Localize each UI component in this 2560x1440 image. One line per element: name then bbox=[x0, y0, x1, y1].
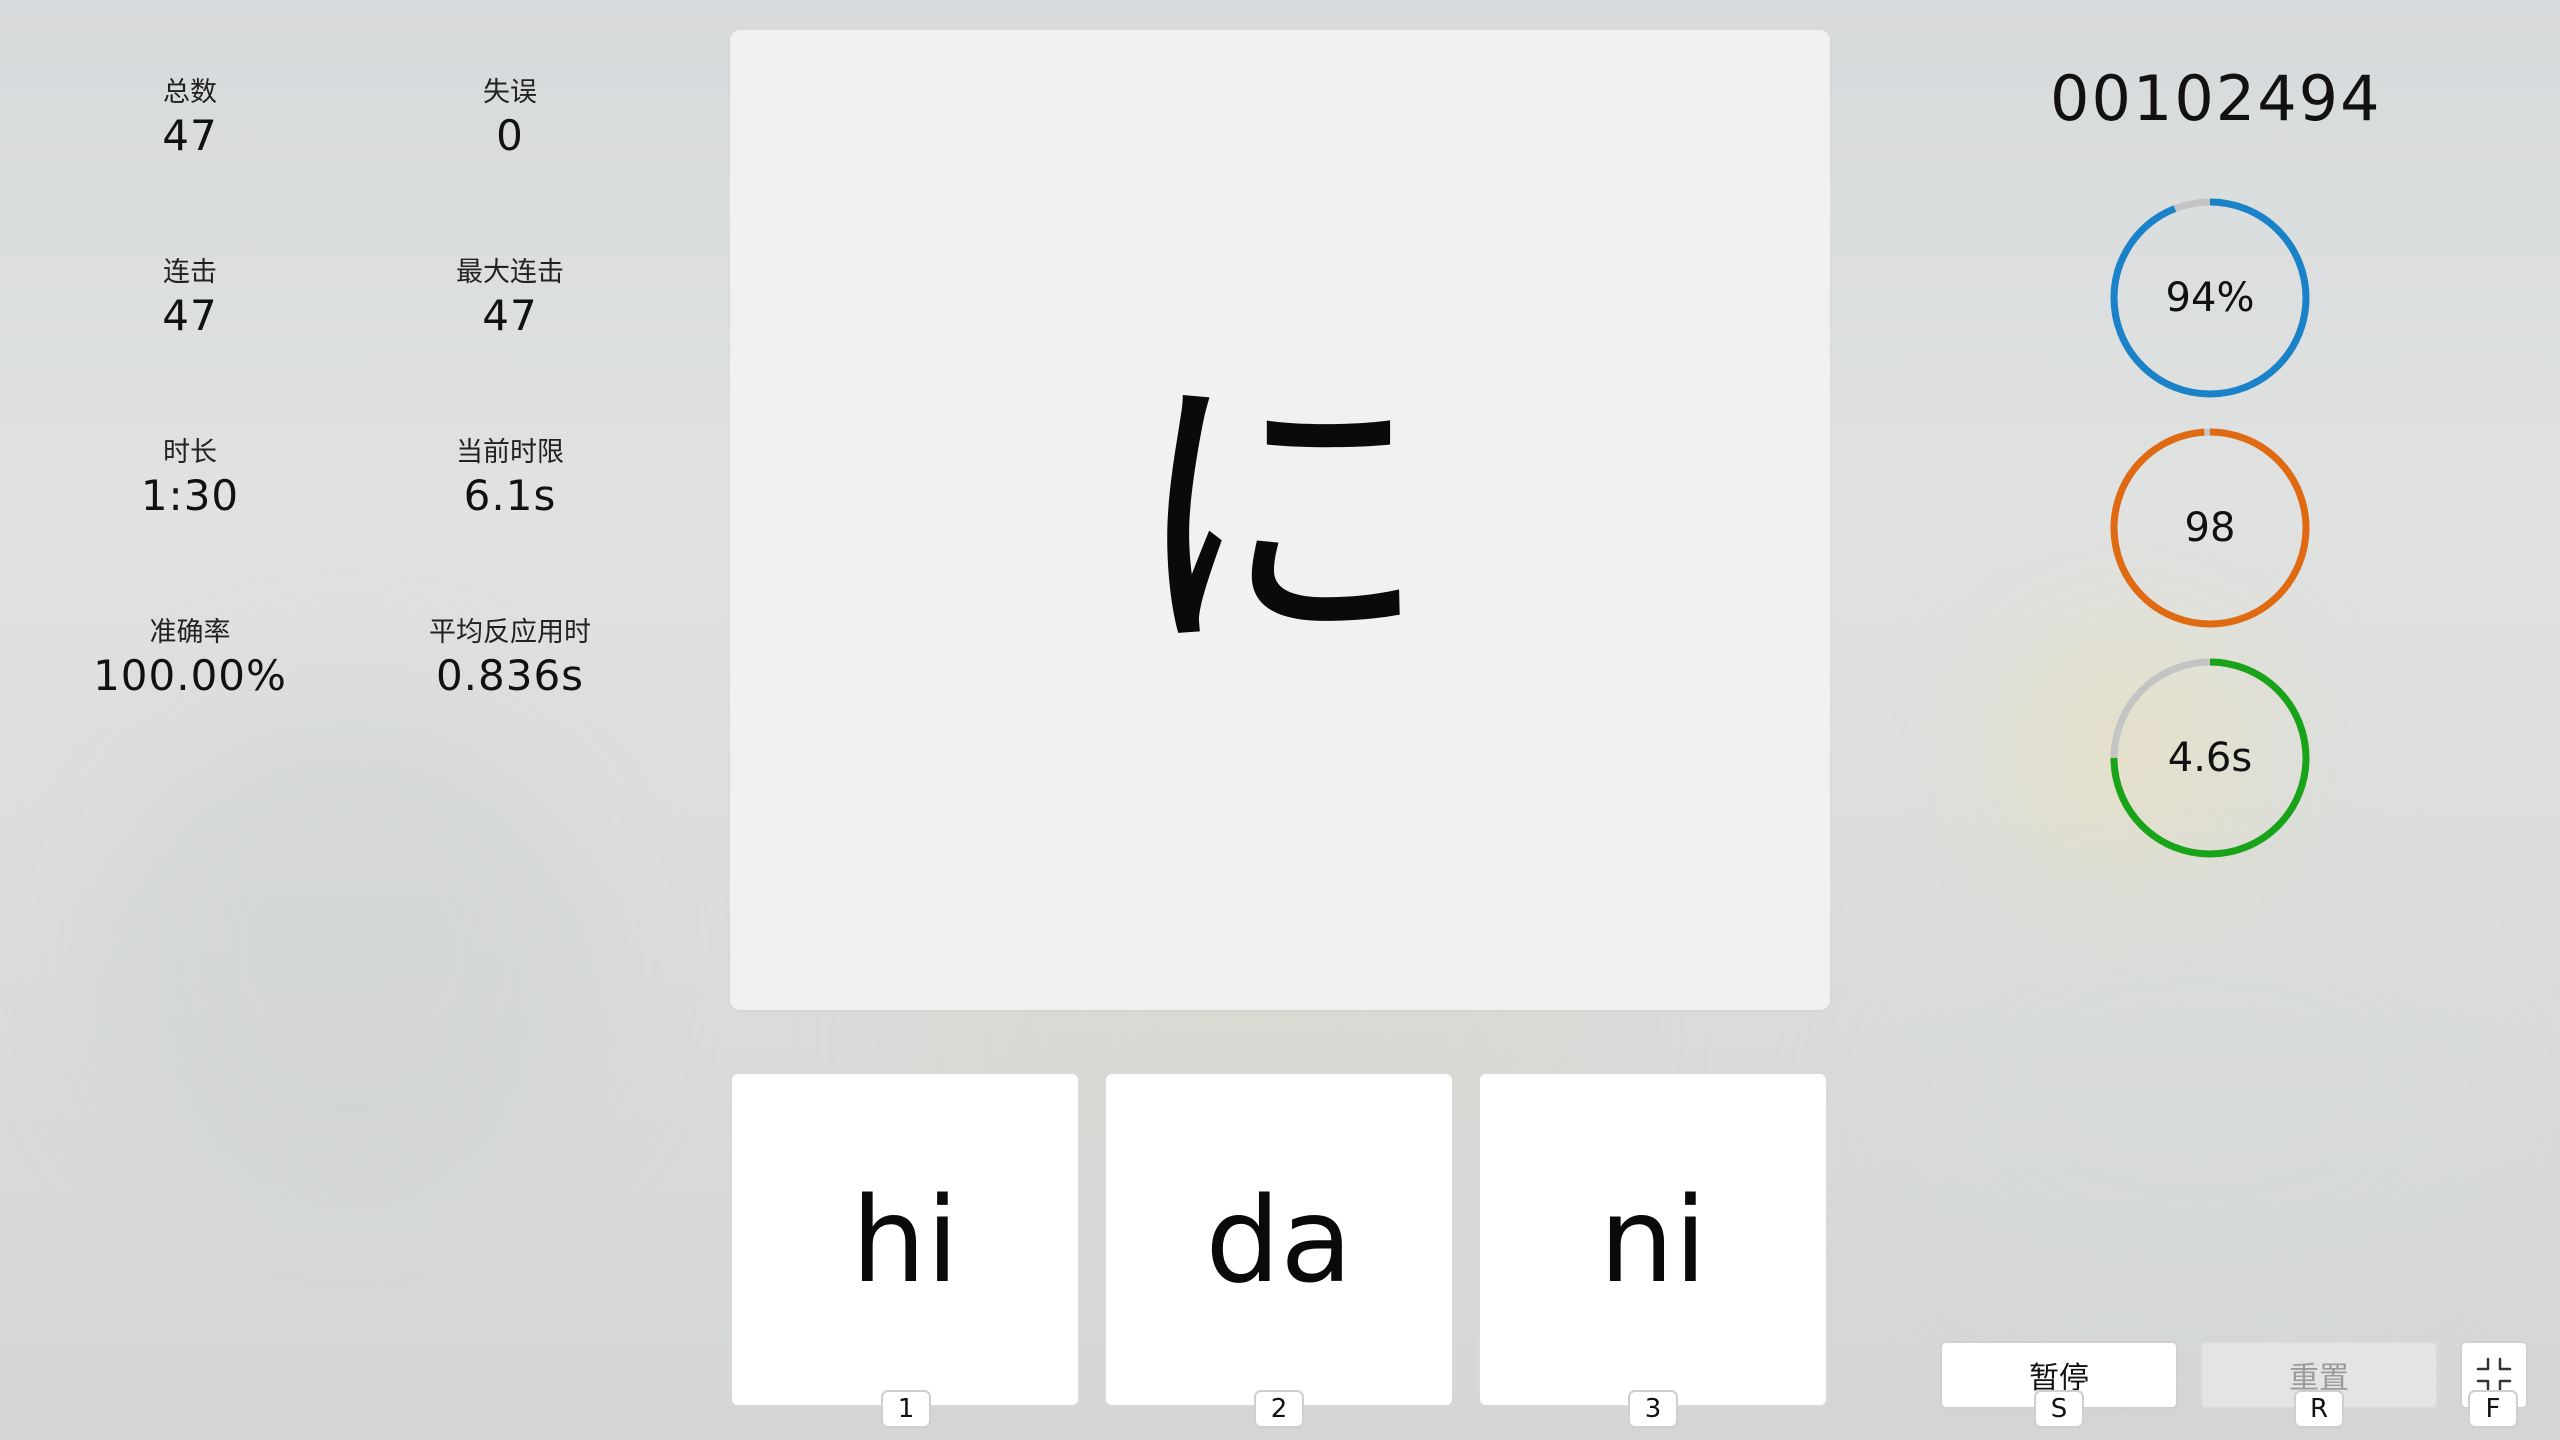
key-hint-3: 3 bbox=[1628, 1390, 1678, 1428]
prompt-character: に bbox=[1130, 345, 1430, 694]
stat-mistakes: 失误 0 bbox=[360, 76, 660, 162]
stat-duration-value: 1:30 bbox=[140, 471, 240, 520]
stat-max-combo-value: 47 bbox=[482, 291, 538, 340]
answer-option-3[interactable]: ni bbox=[1478, 1072, 1828, 1407]
stat-avg-reaction-label: 平均反应用时 bbox=[429, 617, 591, 648]
stat-total: 总数 47 bbox=[40, 76, 340, 162]
stat-combo: 连击 47 bbox=[40, 256, 340, 342]
timer-ring-label: 4.6s bbox=[2167, 735, 2253, 781]
prompt-card: に bbox=[730, 30, 1830, 1010]
exit-fullscreen-icon bbox=[2476, 1357, 2512, 1393]
stat-duration: 时长 1:30 bbox=[40, 436, 340, 522]
key-hint-pause: S bbox=[2034, 1390, 2084, 1428]
key-hint-2: 2 bbox=[1254, 1390, 1304, 1428]
timer-ring: 4.6s bbox=[2108, 656, 2312, 860]
stat-time-limit-value: 6.1s bbox=[463, 471, 557, 520]
score-counter: 00102494 bbox=[2050, 62, 2382, 135]
background-blur bbox=[100, 700, 600, 1200]
stat-time-limit-label: 当前时限 bbox=[456, 437, 564, 468]
stat-duration-label: 时长 bbox=[163, 437, 217, 468]
stat-total-label: 总数 bbox=[163, 77, 217, 108]
stat-combo-label: 连击 bbox=[163, 257, 217, 288]
score-ring: 98 bbox=[2108, 426, 2312, 630]
answer-option-label: hi bbox=[851, 1170, 959, 1309]
answer-option-label: da bbox=[1205, 1170, 1353, 1309]
key-hint-fullscreen: F bbox=[2468, 1390, 2518, 1428]
background-blur bbox=[1900, 900, 2500, 1300]
accuracy-ring-label: 94% bbox=[2165, 275, 2255, 321]
stat-mistakes-value: 0 bbox=[496, 111, 524, 160]
answer-option-label: ni bbox=[1599, 1170, 1707, 1309]
stat-mistakes-label: 失误 bbox=[483, 77, 537, 108]
stat-accuracy: 准确率 100.00% bbox=[40, 616, 340, 702]
stat-total-value: 47 bbox=[162, 111, 218, 160]
stat-time-limit: 当前时限 6.1s bbox=[360, 436, 660, 522]
stat-accuracy-label: 准确率 bbox=[149, 617, 231, 648]
key-hint-reset: R bbox=[2294, 1390, 2344, 1428]
accuracy-ring: 94% bbox=[2108, 196, 2312, 400]
key-hint-1: 1 bbox=[881, 1390, 931, 1428]
stat-avg-reaction-value: 0.836s bbox=[435, 651, 585, 700]
stat-max-combo: 最大连击 47 bbox=[360, 256, 660, 342]
stat-combo-value: 47 bbox=[162, 291, 218, 340]
answer-option-1[interactable]: hi bbox=[730, 1072, 1080, 1407]
stat-max-combo-label: 最大连击 bbox=[456, 257, 564, 288]
score-ring-label: 98 bbox=[2184, 505, 2236, 551]
stat-avg-reaction: 平均反应用时 0.836s bbox=[360, 616, 660, 702]
answer-option-2[interactable]: da bbox=[1104, 1072, 1454, 1407]
stat-accuracy-value: 100.00% bbox=[93, 651, 287, 700]
